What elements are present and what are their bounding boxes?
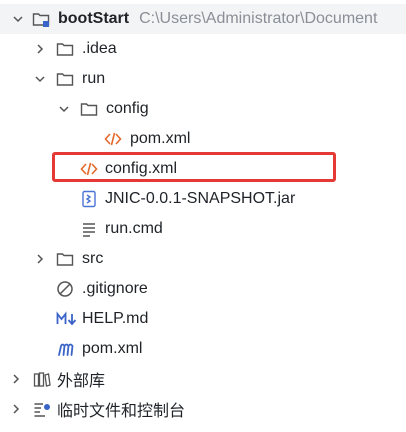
tree-item-run-cmd[interactable]: run.cmd	[0, 214, 406, 244]
tree-item-label: config	[106, 100, 149, 117]
tree-item-gitignore[interactable]: .gitignore	[0, 274, 406, 304]
tree-item-label: .idea	[82, 40, 117, 57]
tree-item-config-pom[interactable]: pom.xml	[0, 124, 406, 154]
tree-item-label: src	[82, 250, 104, 267]
tree-item-run[interactable]: run	[0, 64, 406, 94]
tree-item-label: JNIC-0.0.1-SNAPSHOT.jar	[105, 190, 296, 207]
tree-item-external-libraries[interactable]: 外部库	[0, 364, 406, 394]
markdown-icon	[56, 310, 78, 328]
folder-icon	[56, 40, 74, 58]
tree-item-label: .gitignore	[82, 280, 148, 297]
xml-file-icon	[104, 130, 122, 148]
folder-icon	[56, 70, 74, 88]
tree-root-path: C:\Users\Administrator\Document	[139, 10, 378, 27]
tree-item-label: pom.xml	[130, 130, 191, 147]
tree-root-row[interactable]: bootStart C:\Users\Administrator\Document	[0, 4, 406, 34]
chevron-down-icon[interactable]	[12, 13, 24, 25]
module-folder-icon	[32, 10, 50, 28]
chevron-right-icon[interactable]	[34, 43, 46, 55]
tree-item-config-folder[interactable]: config	[0, 94, 406, 124]
chevron-right-icon[interactable]	[34, 253, 46, 265]
chevron-down-icon[interactable]	[58, 103, 70, 115]
tree-item-help-md[interactable]: HELP.md	[0, 304, 406, 334]
tree-item-label: HELP.md	[82, 310, 149, 327]
tree-item-src[interactable]: src	[0, 244, 406, 274]
highlight-box	[52, 152, 336, 182]
tree-item-label: pom.xml	[82, 340, 143, 357]
tree-item-label: run	[82, 70, 106, 87]
library-icon	[33, 370, 51, 388]
tree-root-name: bootStart	[58, 10, 130, 27]
folder-icon	[56, 250, 74, 268]
tree-item-pom[interactable]: pom.xml	[0, 334, 406, 364]
folder-icon	[80, 100, 98, 118]
project-tree: bootStart C:\Users\Administrator\Document…	[0, 0, 406, 432]
tree-item-scratches[interactable]: 临时文件和控制台	[0, 394, 406, 424]
tree-item-jar[interactable]: JNIC-0.0.1-SNAPSHOT.jar	[0, 184, 406, 214]
tree-item-idea[interactable]: .idea	[0, 34, 406, 64]
scratches-icon	[33, 400, 51, 418]
chevron-down-icon[interactable]	[34, 73, 46, 85]
chevron-right-icon[interactable]	[10, 403, 22, 415]
jar-file-icon	[80, 190, 98, 208]
maven-icon	[56, 340, 78, 358]
tree-item-label: 临时文件和控制台	[57, 403, 186, 420]
tree-item-label: 外部库	[57, 373, 106, 390]
text-file-icon	[80, 220, 98, 238]
chevron-right-icon[interactable]	[10, 373, 22, 385]
gitignore-icon	[56, 280, 74, 298]
tree-item-label: run.cmd	[105, 220, 163, 237]
